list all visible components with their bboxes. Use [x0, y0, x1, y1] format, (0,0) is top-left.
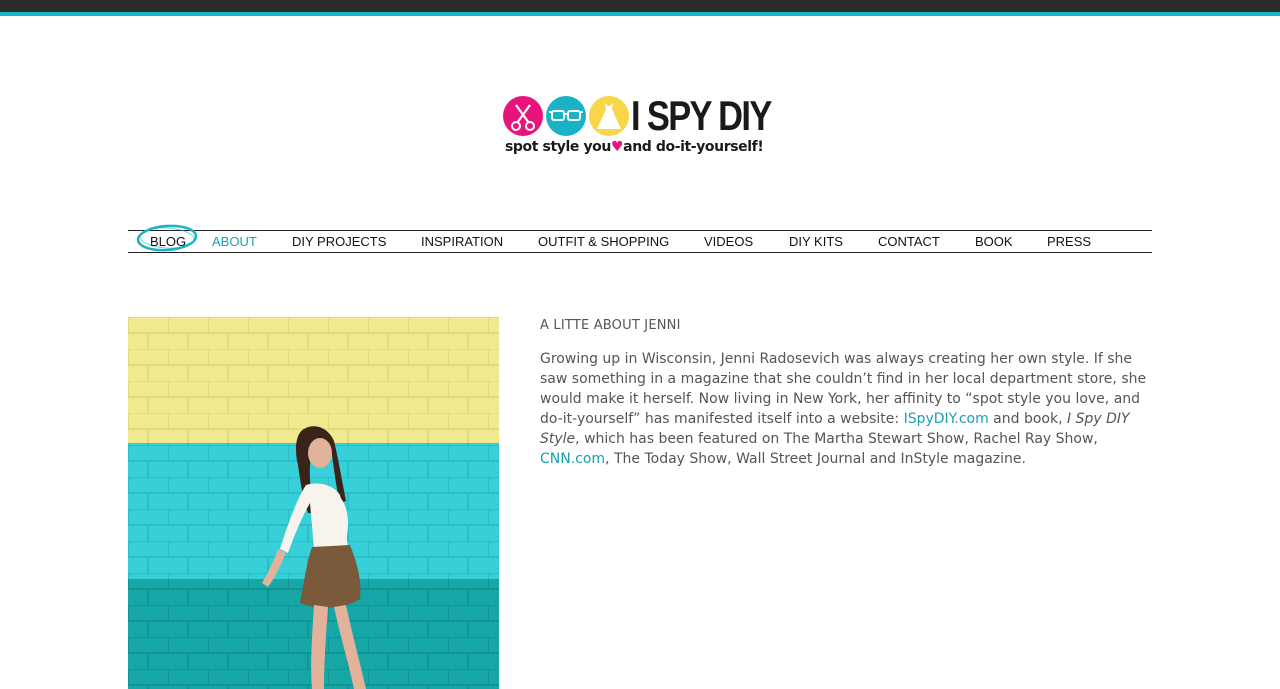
nav-item-blog[interactable]: BLOG	[150, 234, 186, 249]
site-logo[interactable]: I SPY DIY spot style you♥and do-it-yours…	[503, 92, 772, 161]
cnn-link[interactable]: CNN.com	[540, 451, 605, 467]
main-nav: BLOG ABOUT DIY PROJECTS INSPIRATION OUTF…	[128, 224, 1152, 253]
about-text-3: , which has been featured on The Martha …	[575, 431, 1098, 447]
scissors-icon	[503, 96, 543, 136]
about-text-4: , The Today Show, Wall Street Journal an…	[605, 451, 1026, 467]
heart-icon: ♥	[610, 139, 624, 155]
logo-wordmark: I SPY DIY	[631, 92, 772, 139]
about-title: A LITTE ABOUT JENNI	[540, 318, 681, 333]
top-bar	[0, 0, 1280, 12]
about-section: A LITTE ABOUT JENNI Growing up in Wiscon…	[540, 318, 1155, 483]
nav-item-press[interactable]: PRESS	[1047, 234, 1091, 249]
logo-tagline: spot style you♥and do-it-yourself!	[505, 139, 764, 155]
ispydiy-link[interactable]: ISpyDIY.com	[904, 411, 989, 427]
nav-item-outfit-shopping[interactable]: OUTFIT & SHOPPING	[538, 234, 669, 249]
nav-item-videos[interactable]: VIDEOS	[704, 234, 753, 249]
tagline-end: and do-it-yourself!	[623, 139, 764, 155]
tagline-start: spot style you	[505, 139, 611, 155]
nav-item-book[interactable]: BOOK	[975, 234, 1013, 249]
nav-item-about[interactable]: ABOUT	[212, 234, 257, 249]
nav-item-diy-projects[interactable]: DIY PROJECTS	[292, 234, 386, 249]
about-paragraph: Growing up in Wisconsin, Jenni Radosevic…	[540, 349, 1155, 469]
nav-item-inspiration[interactable]: INSPIRATION	[421, 234, 503, 249]
nav-item-diy-kits[interactable]: DIY KITS	[789, 234, 843, 249]
top-accent-bar	[0, 12, 1280, 16]
about-text-2: and book,	[988, 411, 1067, 427]
dress-icon	[589, 96, 629, 136]
profile-photo	[128, 317, 499, 689]
glasses-icon	[546, 96, 586, 136]
nav-item-contact[interactable]: CONTACT	[878, 234, 940, 249]
